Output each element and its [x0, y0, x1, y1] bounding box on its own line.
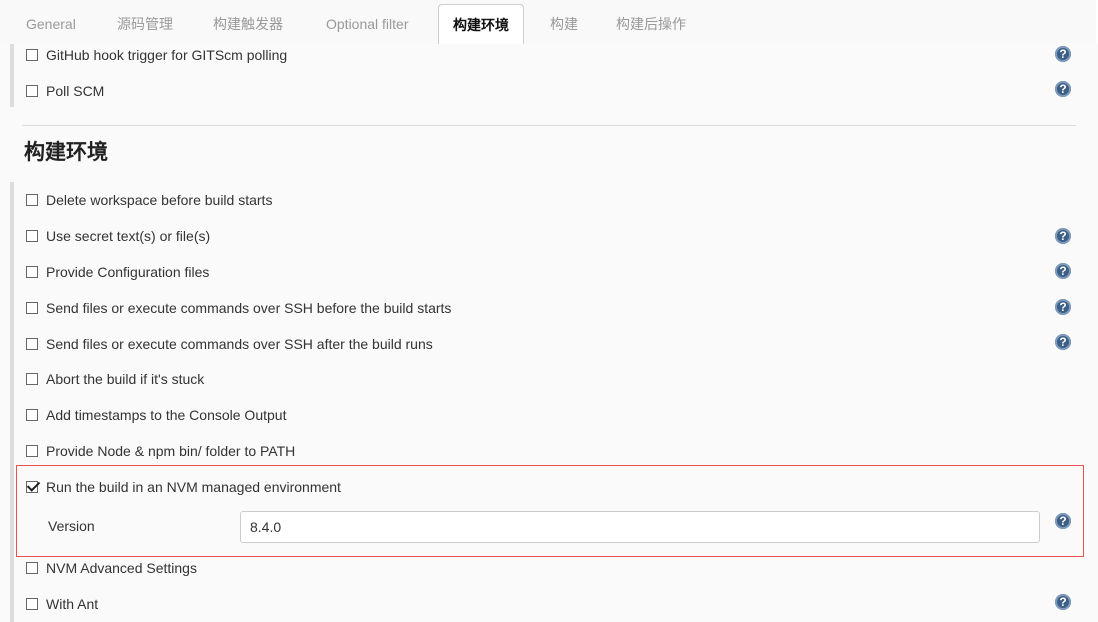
help-icon[interactable]: ? [1055, 81, 1071, 97]
option-add-timestamps[interactable]: Add timestamps to the Console Output [26, 404, 286, 426]
help-icon[interactable]: ? [1055, 334, 1071, 350]
tab-build-triggers[interactable]: 构建触发器 [199, 5, 297, 43]
checkbox[interactable] [26, 373, 38, 385]
option-abort-if-stuck[interactable]: Abort the build if it's stuck [26, 368, 204, 390]
checkbox[interactable] [26, 562, 38, 574]
checkbox-checked[interactable] [26, 481, 38, 493]
checkbox[interactable] [26, 409, 38, 421]
checkbox[interactable] [26, 302, 38, 314]
option-label: NVM Advanced Settings [46, 560, 197, 576]
help-icon[interactable]: ? [1055, 263, 1071, 279]
tab-optional-filter[interactable]: Optional filter [312, 5, 422, 43]
tab-build[interactable]: 构建 [536, 5, 592, 43]
option-nvm-advanced-settings[interactable]: NVM Advanced Settings [26, 557, 197, 579]
option-label: Use secret text(s) or file(s) [46, 228, 211, 244]
tab-general[interactable]: General [12, 5, 90, 43]
section-title: 构建环境 [24, 141, 108, 164]
option-label: Send files or execute commands over SSH … [46, 300, 452, 316]
option-label: Delete workspace before build starts [46, 192, 273, 208]
nvm-version-label: Version [48, 518, 95, 534]
checkbox[interactable] [26, 230, 38, 242]
tab-source-code-management[interactable]: 源码管理 [103, 5, 187, 43]
help-icon[interactable]: ? [1055, 228, 1071, 244]
option-label: Provide Configuration files [46, 264, 210, 280]
option-use-secret-text[interactable]: Use secret text(s) or file(s) [26, 225, 210, 247]
option-run-in-nvm[interactable]: Run the build in an NVM managed environm… [26, 476, 341, 498]
tab-build-environment[interactable]: 构建环境 [438, 4, 524, 46]
option-ssh-after-build[interactable]: Send files or execute commands over SSH … [26, 333, 433, 355]
help-icon[interactable]: ? [1055, 594, 1071, 610]
section-divider [22, 125, 1076, 126]
help-icon[interactable]: ? [1055, 299, 1071, 315]
option-github-hook-trigger[interactable]: GitHub hook trigger for GITScm polling [26, 44, 287, 66]
checkbox[interactable] [26, 194, 38, 206]
section-indent-bar [10, 182, 14, 622]
help-icon[interactable]: ? [1055, 513, 1071, 529]
option-label: Run the build in an NVM managed environm… [46, 479, 341, 495]
checkbox[interactable] [26, 85, 38, 97]
option-provide-node-npm[interactable]: Provide Node & npm bin/ folder to PATH [26, 440, 295, 462]
checkbox[interactable] [26, 598, 38, 610]
option-ssh-before-build[interactable]: Send files or execute commands over SSH … [26, 297, 451, 319]
option-provide-configuration-files[interactable]: Provide Configuration files [26, 261, 209, 283]
nvm-version-input[interactable] [240, 511, 1040, 543]
option-poll-scm[interactable]: Poll SCM [26, 80, 104, 102]
option-label: Abort the build if it's stuck [46, 371, 205, 387]
option-label: Add timestamps to the Console Output [46, 407, 287, 423]
option-label: Send files or execute commands over SSH … [46, 336, 433, 352]
option-label: With Ant [46, 596, 99, 612]
section-indent-bar [10, 44, 14, 107]
option-with-ant[interactable]: With Ant [26, 593, 98, 615]
option-delete-workspace[interactable]: Delete workspace before build starts [26, 189, 272, 211]
checkbox[interactable] [26, 49, 38, 61]
option-label: GitHub hook trigger for GITScm polling [46, 47, 288, 63]
option-label: Provide Node & npm bin/ folder to PATH [46, 443, 296, 459]
option-label: Poll SCM [46, 83, 105, 99]
config-tab-bar: General 源码管理 构建触发器 Optional filter 构建环境 … [0, 0, 1096, 46]
help-icon[interactable]: ? [1055, 46, 1071, 62]
tab-post-build-actions[interactable]: 构建后操作 [602, 5, 700, 43]
checkbox[interactable] [26, 338, 38, 350]
checkbox[interactable] [26, 266, 38, 278]
checkbox[interactable] [26, 445, 38, 457]
